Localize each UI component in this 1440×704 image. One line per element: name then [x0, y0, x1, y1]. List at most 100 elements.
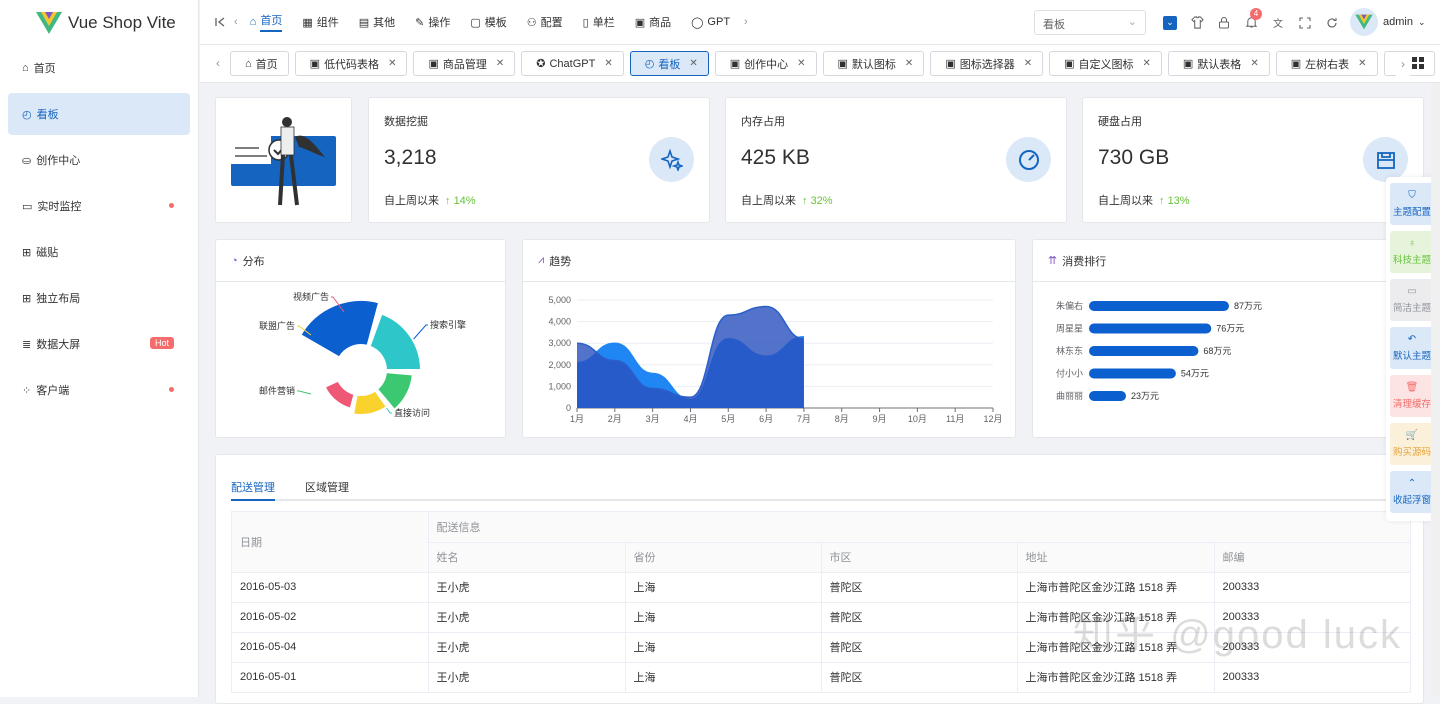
tab-item-7[interactable]: ▣ 图标选择器 ✕	[930, 51, 1044, 76]
stat-since: 自上周以来	[741, 195, 796, 207]
translate-icon[interactable]: 文	[1271, 16, 1285, 30]
close-icon[interactable]: ✕	[388, 58, 396, 69]
sidebar-item-1[interactable]: ◴ 看板	[8, 93, 190, 135]
topnav-item-4[interactable]: ▢ 模板	[460, 0, 516, 45]
tab-item-3[interactable]: ✪ ChatGPT ✕	[521, 51, 624, 76]
table-row[interactable]: 2016-05-01 王小虎 上海 普陀区 上海市普陀区金沙江路 1518 弄 20033…	[232, 662, 1411, 693]
pie-slice-4[interactable]	[323, 379, 356, 410]
refresh-icon[interactable]	[1325, 16, 1339, 30]
side-menu: ⌂ 首页 ◴ 看板 ⛀ 创作中心 ▭ 实时监控 ⊞ 磁贴 ⊞ 独立布局 ≣ 数据大屏 Hot ⁘ 客户端	[0, 47, 198, 411]
float-button-6[interactable]: ⌃ 收起浮窗	[1390, 471, 1434, 513]
sidebar-item-6[interactable]: ≣ 数据大屏 Hot	[8, 323, 190, 365]
close-icon[interactable]: ✕	[1143, 58, 1151, 69]
table-cell: 上海市普陀区金沙江路 1518 弄	[1017, 572, 1215, 603]
tab-item-0[interactable]: ⌂ 首页	[230, 51, 289, 76]
y-tick-label: 5,000	[548, 295, 571, 305]
table-row[interactable]: 2016-05-03 王小虎 上海 普陀区 上海市普陀区金沙江路 1518 弄 20033…	[232, 572, 1411, 603]
sidebar-item-2[interactable]: ⛀ 创作中心	[8, 139, 190, 181]
topnav-item-7[interactable]: ▣ 商品	[625, 0, 681, 45]
tab-item-4[interactable]: ◴ 看板 ✕	[629, 51, 709, 76]
pie-slice-1[interactable]	[368, 312, 422, 371]
close-icon[interactable]: ✕	[797, 58, 805, 69]
distribution-card: ◔ 分布 搜索引擎 直接访问 邮件营销 联盟广告 视频广告	[215, 239, 506, 438]
sidebar-item-4[interactable]: ⊞ 磁贴	[8, 231, 190, 273]
stat-footer: 自上周以来 ↑ 13%	[1098, 192, 1190, 208]
trend-card: ⩘ 趋势 0 1,000 2,000 3,000 4,000 5,000 1月 2月 3月 4月 5月…	[522, 239, 1016, 438]
tab-icon: ⌂	[245, 57, 252, 70]
hot-badge: Hot	[149, 337, 174, 349]
topnav-label: 其他	[373, 17, 396, 29]
rank-bar-1[interactable]	[1089, 323, 1212, 334]
nav-next-icon[interactable]: ›	[740, 0, 752, 45]
app-title: Vue Shop Vite	[68, 12, 176, 32]
topnav-item-3[interactable]: ✎ 操作	[405, 0, 460, 45]
shirt-icon[interactable]	[1190, 16, 1204, 30]
float-button-3[interactable]: ↶ 默认主题	[1390, 327, 1434, 369]
topnav-item-8[interactable]: ◯ GPT	[681, 0, 740, 45]
bell-icon[interactable]: 4	[1244, 7, 1262, 30]
stat-footer: 自上周以来 ↑ 32%	[741, 192, 833, 208]
topnav-item-6[interactable]: ▯ 单栏	[573, 0, 625, 45]
float-button-0[interactable]: ⛉ 主题配置	[1390, 183, 1434, 225]
close-icon[interactable]: ✕	[604, 58, 612, 69]
lock-icon[interactable]	[1217, 16, 1231, 30]
tab-label: 图标选择器	[959, 58, 1015, 71]
tab-item-1[interactable]: ▣ 低代码表格 ✕	[294, 51, 408, 76]
rank-bar-3[interactable]	[1089, 368, 1176, 379]
sidebar-item-7[interactable]: ⁘ 客户端	[8, 369, 190, 411]
sidebar-item-3[interactable]: ▭ 实时监控	[8, 185, 190, 227]
tab-delivery[interactable]: 配送管理	[231, 479, 275, 501]
tab-item-6[interactable]: ▣ 默认图标 ✕	[822, 51, 925, 76]
chevron-down-icon: ⌄	[1127, 16, 1137, 28]
template-icon: ▢	[470, 16, 481, 29]
float-button-5[interactable]: 🛒 购买源码	[1390, 423, 1434, 465]
checkbox-icon[interactable]: ⌄	[1163, 15, 1177, 30]
close-icon[interactable]: ✕	[689, 58, 697, 69]
menu-select-value: 看板	[1043, 19, 1065, 31]
topnav-item-2[interactable]: ▤ 其他	[349, 0, 405, 45]
rank-bar-2[interactable]	[1089, 346, 1199, 356]
rank-bar-4[interactable]	[1089, 391, 1127, 401]
topnav-item-1[interactable]: ▦ 组件	[292, 0, 348, 45]
float-button-1[interactable]: ♁ 科技主题	[1390, 231, 1434, 273]
logo[interactable]: Vue Shop Vite	[0, 0, 198, 45]
float-button-4[interactable]: 🗑 清理缓存	[1390, 375, 1434, 417]
tab-item-10[interactable]: ▣ 左树右表 ✕	[1275, 51, 1378, 76]
ranking-card: ⇈ 消费排行 朱偏右 87万元 周星星 76万元 林东东 68万元 付小小 54万元 曲丽丽 23万…	[1032, 239, 1425, 438]
tab-item-5[interactable]: ▣ 创作中心 ✕	[714, 51, 817, 76]
sidebar-item-5[interactable]: ⊞ 独立布局	[8, 277, 190, 319]
tabs-menu-icon[interactable]	[1412, 57, 1426, 71]
tab-item-2[interactable]: ▣ 商品管理 ✕	[413, 51, 516, 76]
tabs-scroll-left-icon[interactable]: ‹	[216, 56, 220, 70]
tab-icon: ▣	[945, 58, 956, 70]
username: admin	[1383, 16, 1413, 28]
arrow-up-icon: ↑	[802, 195, 811, 207]
close-icon[interactable]: ✕	[496, 58, 504, 69]
nav-prev-icon[interactable]: ‹	[232, 0, 240, 45]
x-tick-label: 9月	[873, 414, 887, 424]
rank-bar-0[interactable]	[1089, 301, 1229, 311]
gauge-icon	[1006, 137, 1051, 182]
user-menu[interactable]: admin ⌄	[1350, 8, 1426, 36]
topnav-item-0[interactable]: ⌂ 首页	[240, 0, 293, 45]
table-cell: 上海	[625, 632, 822, 663]
fullscreen-icon[interactable]	[1298, 16, 1312, 30]
tab-region[interactable]: 区域管理	[305, 479, 349, 499]
topnav-item-5[interactable]: ⚇ 配置	[517, 0, 573, 45]
close-icon[interactable]: ✕	[1250, 58, 1258, 69]
sidebar-item-0[interactable]: ⌂ 首页	[8, 47, 190, 89]
close-icon[interactable]: ✕	[1358, 58, 1366, 69]
close-icon[interactable]: ✕	[905, 58, 913, 69]
tab-item-9[interactable]: ▣ 默认表格 ✕	[1167, 51, 1270, 76]
float-button-2[interactable]: ▭ 简洁主题	[1390, 279, 1434, 321]
tab-item-8[interactable]: ▣ 自定义图标 ✕	[1049, 51, 1162, 76]
page-scrollbar[interactable]	[1431, 83, 1440, 697]
pie-label-4: 视频广告	[293, 291, 329, 302]
tabs-scroll-right-icon[interactable]: ›	[1396, 53, 1410, 77]
float-button-label: 简洁主题	[1392, 303, 1431, 314]
close-icon[interactable]: ✕	[1024, 58, 1032, 69]
collapse-sidebar-icon[interactable]	[200, 0, 232, 45]
stat-card-1: 内存占用 425 KB 自上周以来 ↑ 32%	[725, 97, 1067, 223]
pie-slice-0[interactable]	[299, 299, 381, 359]
menu-select[interactable]: 看板 ⌄	[1034, 10, 1146, 35]
